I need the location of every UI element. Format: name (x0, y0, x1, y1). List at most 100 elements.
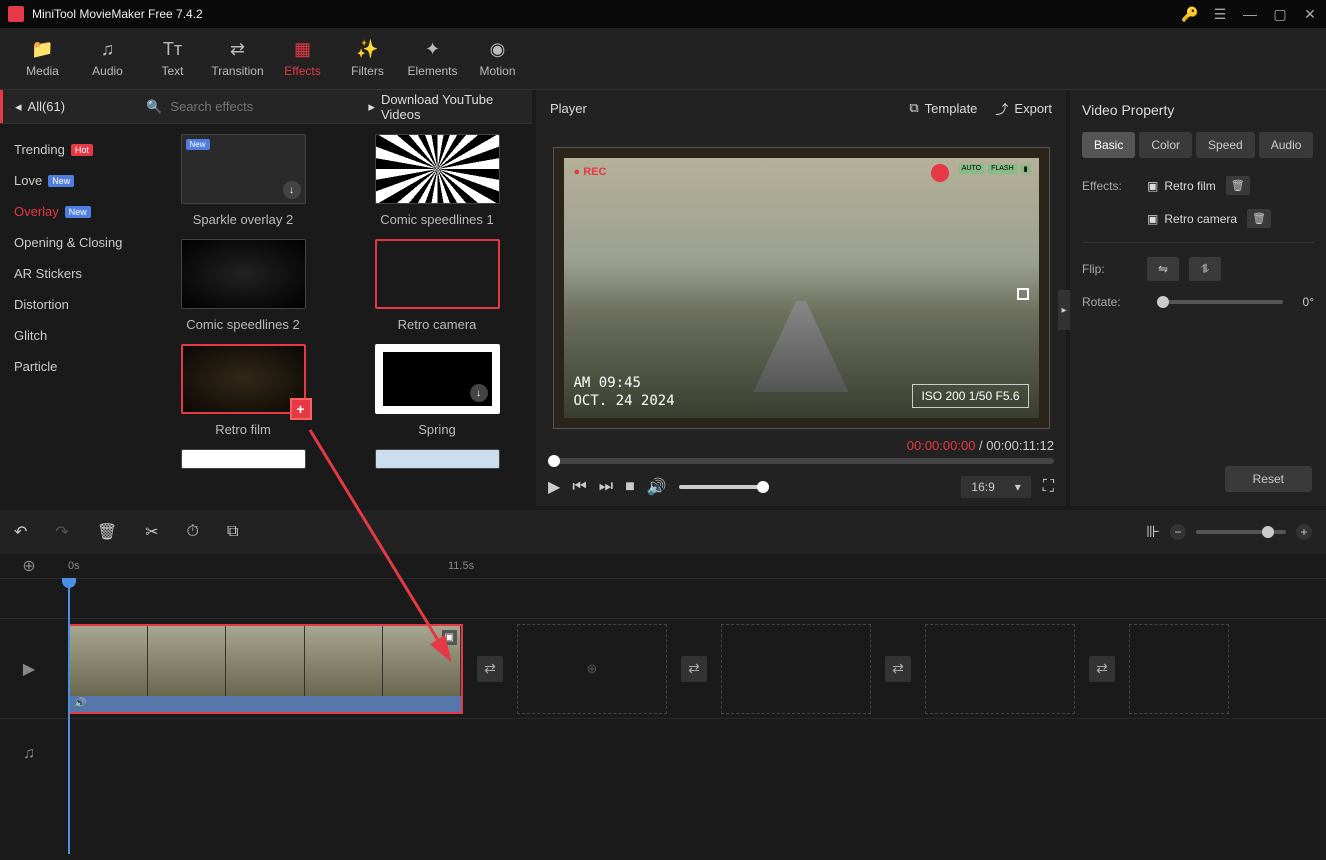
effect-label: Comic speedlines 1 (380, 212, 493, 227)
effects-icon: ▦ (294, 39, 311, 60)
rotate-slider[interactable] (1157, 300, 1283, 304)
toolbar-audio[interactable]: ♫ Audio (75, 32, 140, 85)
volume-icon[interactable]: 🔊 (647, 477, 667, 497)
clip-effects-icon[interactable]: ▣ (442, 630, 457, 645)
transition-slot[interactable]: ⇄ (681, 656, 707, 682)
panel-collapse-button[interactable]: ▸ (1058, 290, 1070, 330)
category-distortion[interactable]: Distortion (0, 289, 148, 320)
delete-button[interactable]: 🗑 (97, 522, 117, 542)
category-opening-closing[interactable]: Opening & Closing (0, 227, 148, 258)
add-track-button[interactable]: ⊕ (0, 556, 58, 576)
play-button[interactable]: ▶ (548, 477, 560, 497)
fullscreen-button[interactable]: ⛶ (1043, 478, 1054, 496)
transition-slot[interactable]: ⇄ (477, 656, 503, 682)
toolbar-elements[interactable]: ✦Elements (400, 32, 465, 85)
effect-spring[interactable]: ↓ Spring (352, 344, 522, 437)
zoom-slider[interactable] (1196, 530, 1286, 534)
effect-retro-film[interactable]: + Retro film (158, 344, 328, 437)
titlebar: MiniTool MovieMaker Free 7.4.2 🔑 ☰ — ▢ ✕ (0, 0, 1326, 28)
filter-all-button[interactable]: ◂ All(61) (0, 90, 136, 123)
effect-retro-camera[interactable]: Retro camera (352, 239, 522, 332)
undo-button[interactable]: ↶ (14, 522, 27, 542)
download-icon[interactable]: ↓ (283, 181, 301, 199)
template-button[interactable]: ⧉Template (909, 100, 977, 116)
maximize-icon[interactable]: ▢ (1272, 6, 1288, 22)
export-button[interactable]: ⤴Export (995, 99, 1052, 118)
category-ar-stickers[interactable]: AR Stickers (0, 258, 148, 289)
license-key-icon[interactable]: 🔑 (1182, 6, 1198, 22)
category-glitch[interactable]: Glitch (0, 320, 148, 351)
stop-button[interactable]: ■ (625, 478, 635, 496)
prev-frame-button[interactable]: ⏮ (572, 478, 586, 496)
effect-sparkle-overlay-2[interactable]: New↓ Sparkle overlay 2 (158, 134, 328, 227)
zoom-out-button[interactable]: − (1170, 524, 1186, 540)
category-love[interactable]: LoveNew (0, 165, 148, 196)
transition-slot[interactable]: ⇄ (885, 656, 911, 682)
toolbar-audio-label: Audio (92, 64, 123, 78)
time-display: 00:00:00:00 / 00:00:11:12 (907, 438, 1054, 453)
toolbar-motion[interactable]: ◉Motion (465, 32, 530, 85)
category-label: Particle (14, 359, 57, 374)
volume-slider[interactable] (679, 485, 769, 489)
toolbar-media[interactable]: 📁Media (10, 32, 75, 85)
video-clip[interactable]: 🔊 ▣ (68, 624, 463, 714)
toolbar-effects[interactable]: ▦Effects (270, 32, 335, 85)
tab-audio[interactable]: Audio (1259, 132, 1314, 158)
effects-grid: New↓ Sparkle overlay 2 Comic speedlines … (148, 124, 532, 506)
toolbar-filters[interactable]: ✨Filters (335, 32, 400, 85)
effect-comic-speedlines-1[interactable]: Comic speedlines 1 (352, 134, 522, 227)
timeline-ruler[interactable]: ⊕ 0s 11.5s (0, 554, 1326, 578)
category-trending[interactable]: TrendingHot (0, 134, 148, 165)
effect-comic-speedlines-2[interactable]: Comic speedlines 2 (158, 239, 328, 332)
template-label: Template (925, 101, 978, 116)
redo-button[interactable]: ↷ (55, 522, 68, 542)
delete-effect-button[interactable]: 🗑 (1247, 209, 1271, 228)
crop-button[interactable]: ⧉ (227, 523, 238, 541)
zoom-in-button[interactable]: + (1296, 524, 1312, 540)
close-icon[interactable]: ✕ (1302, 6, 1318, 22)
reset-button[interactable]: Reset (1225, 466, 1312, 492)
flip-horizontal-button[interactable]: ⇋ (1147, 257, 1179, 281)
aspect-ratio-select[interactable]: 16:9▾ (961, 476, 1030, 498)
video-track[interactable]: ▶ 🔊 ▣ ⇄ ⊕ ⇄ ⇄ ⇄ (0, 618, 1326, 718)
split-button[interactable]: ✂ (145, 522, 158, 542)
clip-drop-zone[interactable] (1129, 624, 1229, 714)
effect-label: Retro film (215, 422, 271, 437)
tab-basic[interactable]: Basic (1082, 132, 1135, 158)
tab-speed[interactable]: Speed (1196, 132, 1255, 158)
clip-drop-zone[interactable] (721, 624, 871, 714)
toolbar-transition[interactable]: ⇄Transition (205, 32, 270, 85)
category-particle[interactable]: Particle (0, 351, 148, 382)
effect-partial-1[interactable] (158, 449, 328, 469)
flip-vertical-button[interactable]: ⥮ (1189, 257, 1221, 281)
playhead[interactable] (68, 578, 70, 854)
tab-color[interactable]: Color (1139, 132, 1192, 158)
music-note-icon: ♫ (101, 39, 115, 60)
next-frame-button[interactable]: ⏭ (599, 478, 613, 496)
clip-volume-icon[interactable]: 🔊 (74, 698, 86, 709)
delete-effect-button[interactable]: 🗑 (1226, 176, 1250, 195)
applied-effect-retro-film: ▣Retro film (1147, 179, 1216, 193)
progress-knob[interactable] (548, 455, 560, 467)
add-effect-button[interactable]: + (290, 398, 312, 420)
category-overlay[interactable]: OverlayNew (0, 196, 148, 227)
timeline: ⊕ 0s 11.5s ▶ 🔊 ▣ ⇄ ⊕ ⇄ ⇄ ⇄ (0, 554, 1326, 854)
effects-panel: ◂ All(61) 🔍 ▸Download YouTube Videos Tre… (0, 90, 532, 506)
search-input[interactable] (170, 99, 346, 114)
snap-button[interactable]: ⊪ (1146, 522, 1160, 542)
download-youtube-button[interactable]: ▸Download YouTube Videos (356, 92, 532, 122)
download-icon[interactable]: ↓ (470, 384, 488, 402)
effect-partial-2[interactable] (352, 449, 522, 469)
app-logo (8, 6, 24, 22)
transition-slot[interactable]: ⇄ (1089, 656, 1115, 682)
clip-drop-zone[interactable] (925, 624, 1075, 714)
player-title: Player (550, 101, 891, 116)
playback-progress[interactable]: 00:00:00:00 / 00:00:11:12 (548, 458, 1054, 464)
menu-icon[interactable]: ☰ (1212, 6, 1228, 22)
player-canvas[interactable]: ● REC AUTOFLASH▮ AM 09:45OCT. 24 2024 IS… (554, 148, 1049, 428)
toolbar-text[interactable]: TᴛText (140, 32, 205, 85)
minimize-icon[interactable]: — (1242, 6, 1258, 22)
speed-button[interactable]: ⏱ (187, 523, 199, 541)
clip-drop-zone[interactable]: ⊕ (517, 624, 667, 714)
audio-track[interactable]: ♫ (0, 718, 1326, 788)
